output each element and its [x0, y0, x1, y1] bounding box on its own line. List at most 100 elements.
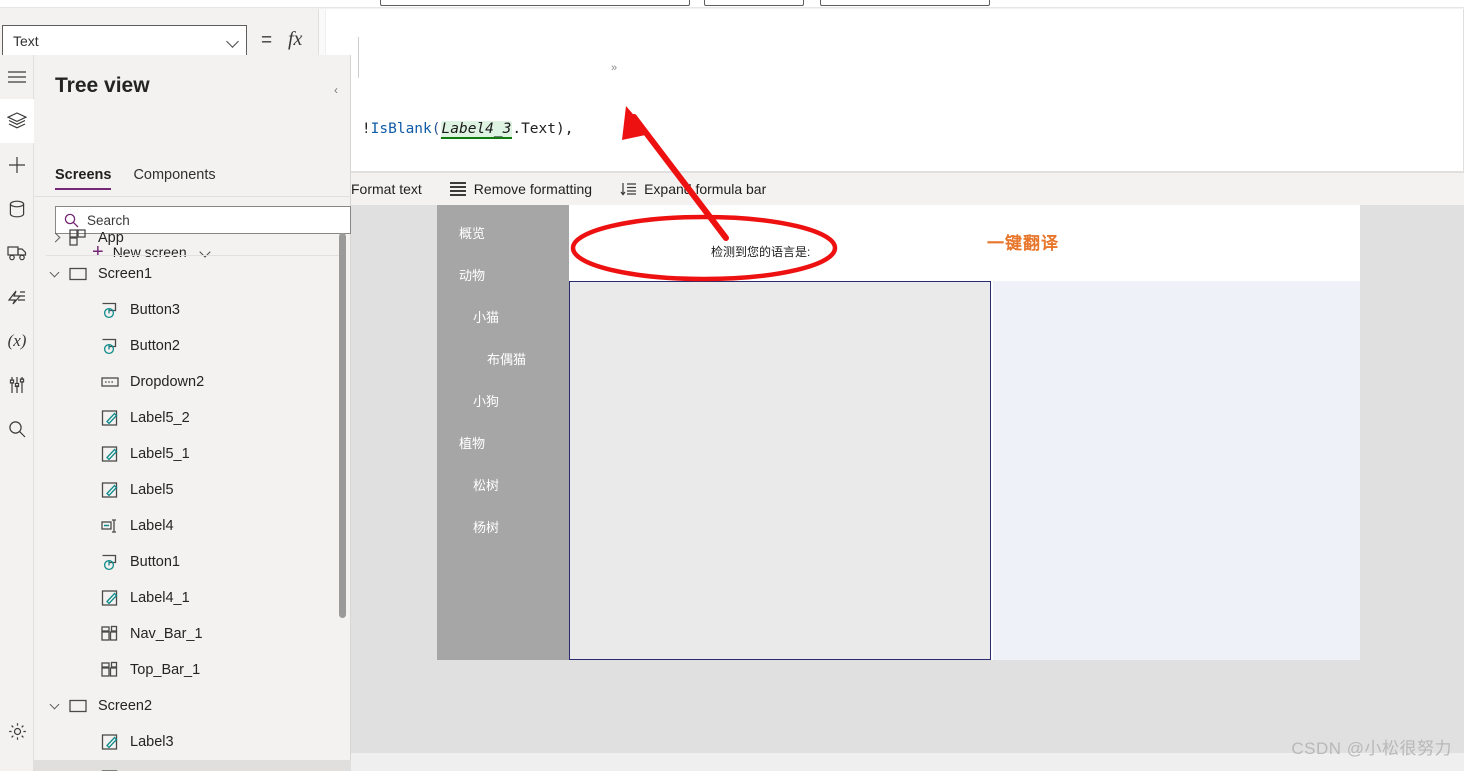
cut-off-control-3 [820, 0, 990, 6]
formula-identifier[interactable]: Label4_3 [440, 121, 513, 139]
watermark: CSDN @小松很努力 [1291, 739, 1452, 758]
hamburger-menu-icon[interactable] [0, 55, 34, 99]
app-root: Text = fx » If( !IsBlank(Label4_3.Text),… [0, 0, 1464, 771]
remove-formatting-button[interactable]: Remove formatting [436, 173, 606, 206]
fx-icon: fx [288, 28, 303, 50]
media-icon[interactable] [0, 231, 34, 275]
dropdown-icon [101, 377, 119, 387]
tree-item-label4[interactable]: Label4 [34, 508, 351, 544]
app-nav-bar[interactable]: 概览 动物 小猫 布偶猫 小狗 植物 松树 杨树 [437, 205, 569, 660]
tree-item-app[interactable]: App [34, 220, 351, 256]
insert-plus-icon[interactable] [0, 143, 34, 187]
tree-item-icon [100, 732, 120, 752]
settings-gear-icon[interactable] [0, 709, 34, 753]
power-automate-icon[interactable] [0, 275, 34, 319]
tree-item-top_bar_1[interactable]: Top_Bar_1 [34, 652, 351, 688]
tree-item-label: Top_Bar_1 [130, 662, 201, 678]
tree-item-label: Dropdown2 [130, 374, 205, 390]
component-icon [101, 661, 118, 677]
tree-item-icon [100, 516, 120, 536]
selected-control-label4_3[interactable] [569, 281, 991, 660]
tree-item-icon [100, 552, 120, 572]
tree-item-label: Label4 [130, 518, 174, 534]
label-icon [101, 446, 118, 462]
chevron-down-icon [226, 34, 240, 48]
remove-formatting-label: Remove formatting [473, 181, 593, 197]
tree-item-label5[interactable]: Label5 [34, 472, 351, 508]
tree-item-label3[interactable]: Label3 [34, 724, 351, 760]
label-icon [101, 734, 118, 750]
rail-bottom-group [0, 709, 34, 753]
tree-item-icon [100, 624, 120, 644]
chevron-left-icon[interactable]: ‹ [334, 83, 338, 97]
app-nav-item[interactable]: 动物 [437, 253, 569, 295]
app-nav-item[interactable]: 概览 [437, 211, 569, 253]
tree-item-icon [100, 408, 120, 428]
tree-item-label: Label5_2 [130, 410, 190, 426]
tree-item-dropdown2[interactable]: Dropdown2 [34, 364, 351, 400]
tree-item-label5_2[interactable]: Label5_2 [34, 400, 351, 436]
tree-item-icon [68, 264, 88, 284]
tree-item-nav_bar_1[interactable]: Nav_Bar_1 [34, 616, 351, 652]
tree-view-panel: Tree view ‹ Screens Components Search + … [34, 55, 351, 771]
tab-underline-divider [34, 196, 351, 197]
app-nav-item[interactable]: 植物 [437, 421, 569, 463]
translate-button[interactable]: 一键翻译 [987, 229, 1059, 254]
formula-toolbar: Format text Remove formatting Expand for… [318, 172, 1464, 205]
cut-off-control-1 [380, 0, 690, 6]
data-database-icon[interactable] [0, 187, 34, 231]
detected-language-label: 检测到您的语言是: [711, 245, 811, 259]
text-input-icon [101, 519, 116, 533]
component-icon [101, 625, 118, 641]
app-nav-item[interactable]: 小狗 [437, 379, 569, 421]
tree-item-icon [100, 480, 120, 500]
app-screen-frame[interactable]: 概览 动物 小猫 布偶猫 小狗 植物 松树 杨树 检测到您的语言是: 一键翻译 [437, 205, 1360, 660]
remove-formatting-icon [449, 182, 466, 196]
tree-scroll-area: App Screen1 Button3 Button2 Dropdown2 Label5_… [34, 220, 351, 771]
tree-item-button1[interactable]: Button1 [34, 544, 351, 580]
tree-item-label: Nav_Bar_1 [130, 626, 203, 642]
chevron-right-icon[interactable] [48, 230, 64, 246]
tree-item-label: Label3 [130, 734, 174, 750]
variables-fx-icon[interactable]: (x) [0, 319, 34, 363]
expand-formula-bar-icon [620, 182, 637, 196]
app-canvas-area[interactable]: 概览 动物 小猫 布偶猫 小狗 植物 松树 杨树 检测到您的语言是: 一键翻译 [351, 205, 1464, 771]
tree-scrollbar-thumb[interactable] [339, 233, 346, 618]
tree-item-label4_1[interactable]: Label4_1 [34, 580, 351, 616]
app-nav-item[interactable]: 松树 [437, 463, 569, 505]
expand-formula-bar-button[interactable]: Expand formula bar [606, 173, 780, 206]
formula-line-2: !IsBlank(Label4_3.Text), [361, 121, 574, 139]
tree-item-label: Screen2 [98, 698, 153, 714]
label-icon [101, 482, 118, 498]
tree-item-screen1[interactable]: Screen1 [34, 256, 351, 292]
tree-item-button2[interactable]: Button2 [34, 328, 351, 364]
property-dropdown[interactable]: Text [2, 25, 247, 57]
app-nav-item[interactable]: 杨树 [437, 505, 569, 547]
chevron-down-icon[interactable] [48, 266, 64, 282]
tab-screens[interactable]: Screens [55, 167, 112, 190]
formula-editor-panel[interactable]: » If( !IsBlank(Label4_3.Text), 'Microsof… [318, 9, 1464, 257]
page-title: Tree view [55, 74, 150, 97]
tree-item-screen2[interactable]: Screen2 [34, 688, 351, 724]
search-icon[interactable] [0, 407, 34, 451]
tree-item-icon [100, 660, 120, 680]
chevron-down-icon[interactable] [48, 698, 64, 714]
tab-components[interactable]: Components [133, 167, 215, 190]
app-nav-item[interactable]: 布偶猫 [437, 337, 569, 379]
equals-sign: = [261, 30, 273, 51]
app-nav-item[interactable]: 小猫 [437, 295, 569, 337]
advanced-tools-icon[interactable] [0, 363, 34, 407]
tree-item-partial[interactable] [34, 760, 351, 771]
property-dropdown-value: Text [13, 33, 39, 49]
tree-item-button3[interactable]: Button3 [34, 292, 351, 328]
tree-view-layers-icon[interactable] [0, 99, 34, 143]
tree-item-label: App [98, 230, 124, 246]
tree-item-icon [68, 228, 88, 248]
tree-item-label5_1[interactable]: Label5_1 [34, 436, 351, 472]
tree-item-label: Button3 [130, 302, 180, 318]
